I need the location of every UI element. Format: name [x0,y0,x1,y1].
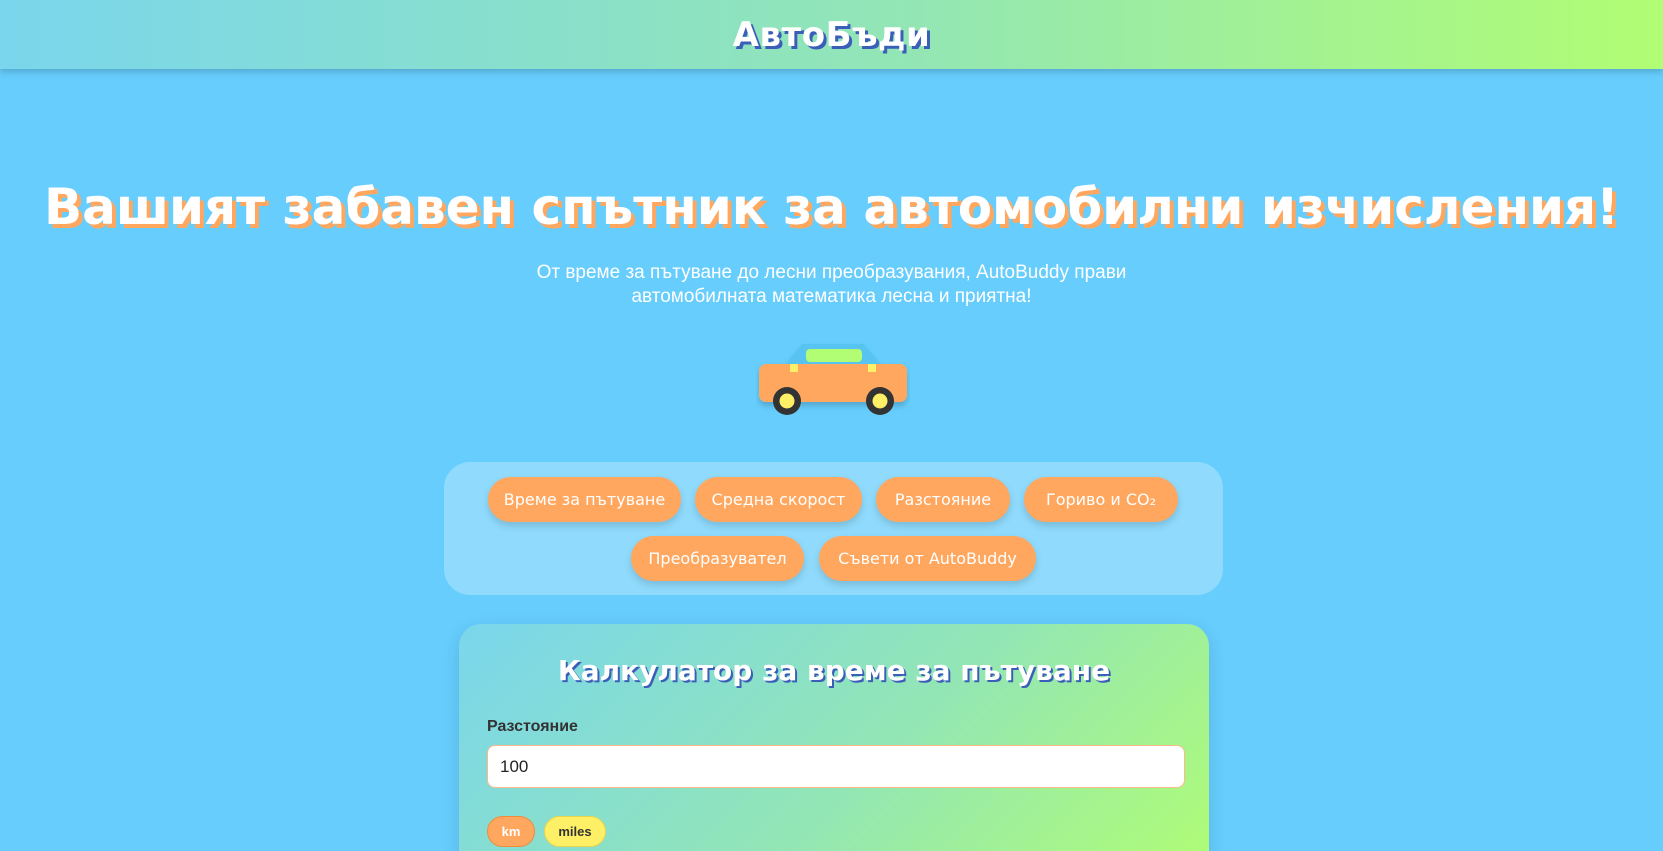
hero-title: Вашият забавен спътник за автомобилни из… [44,178,1619,236]
brand-logo-text[interactable]: АвтоБъди [733,15,931,55]
car-light-right [868,364,876,372]
hero-subtitle: От време за пътуване до лесни преобразув… [510,261,1153,309]
distance-input[interactable] [487,745,1185,788]
distance-label: Разстояние [487,718,578,735]
top-bar: АвтоБъди [0,0,1663,69]
hero-subtitle-line-1: От време за пътуване до лесни преобразув… [536,262,1127,283]
nav-distance-button[interactable]: Разстояние [876,477,1010,522]
nav-tips-button[interactable]: Съвети от AutoBuddy [819,536,1036,581]
nav-average-speed-button[interactable]: Средна скорост [695,477,862,522]
unit-miles-button[interactable]: miles [544,816,606,847]
car-window [806,349,862,362]
nav-converter-button[interactable]: Преобразувател [631,536,804,581]
car-illustration [759,344,907,415]
car-light-left [790,364,798,372]
nav-fuel-co2-button[interactable]: Гориво и CO₂ [1024,477,1178,522]
unit-km-button[interactable]: km [487,816,535,847]
nav-travel-time-button[interactable]: Време за пътуване [488,477,681,522]
travel-time-calculator-card: Калкулатор за време за пътуване Разстоян… [459,624,1209,851]
calculator-nav: Време за пътуване Средна скорост Разстоя… [444,462,1223,595]
calculator-title: Калкулатор за време за пътуване [557,654,1111,687]
hero-subtitle-line-2: автомобилната математика лесна и приятна… [631,286,1032,307]
